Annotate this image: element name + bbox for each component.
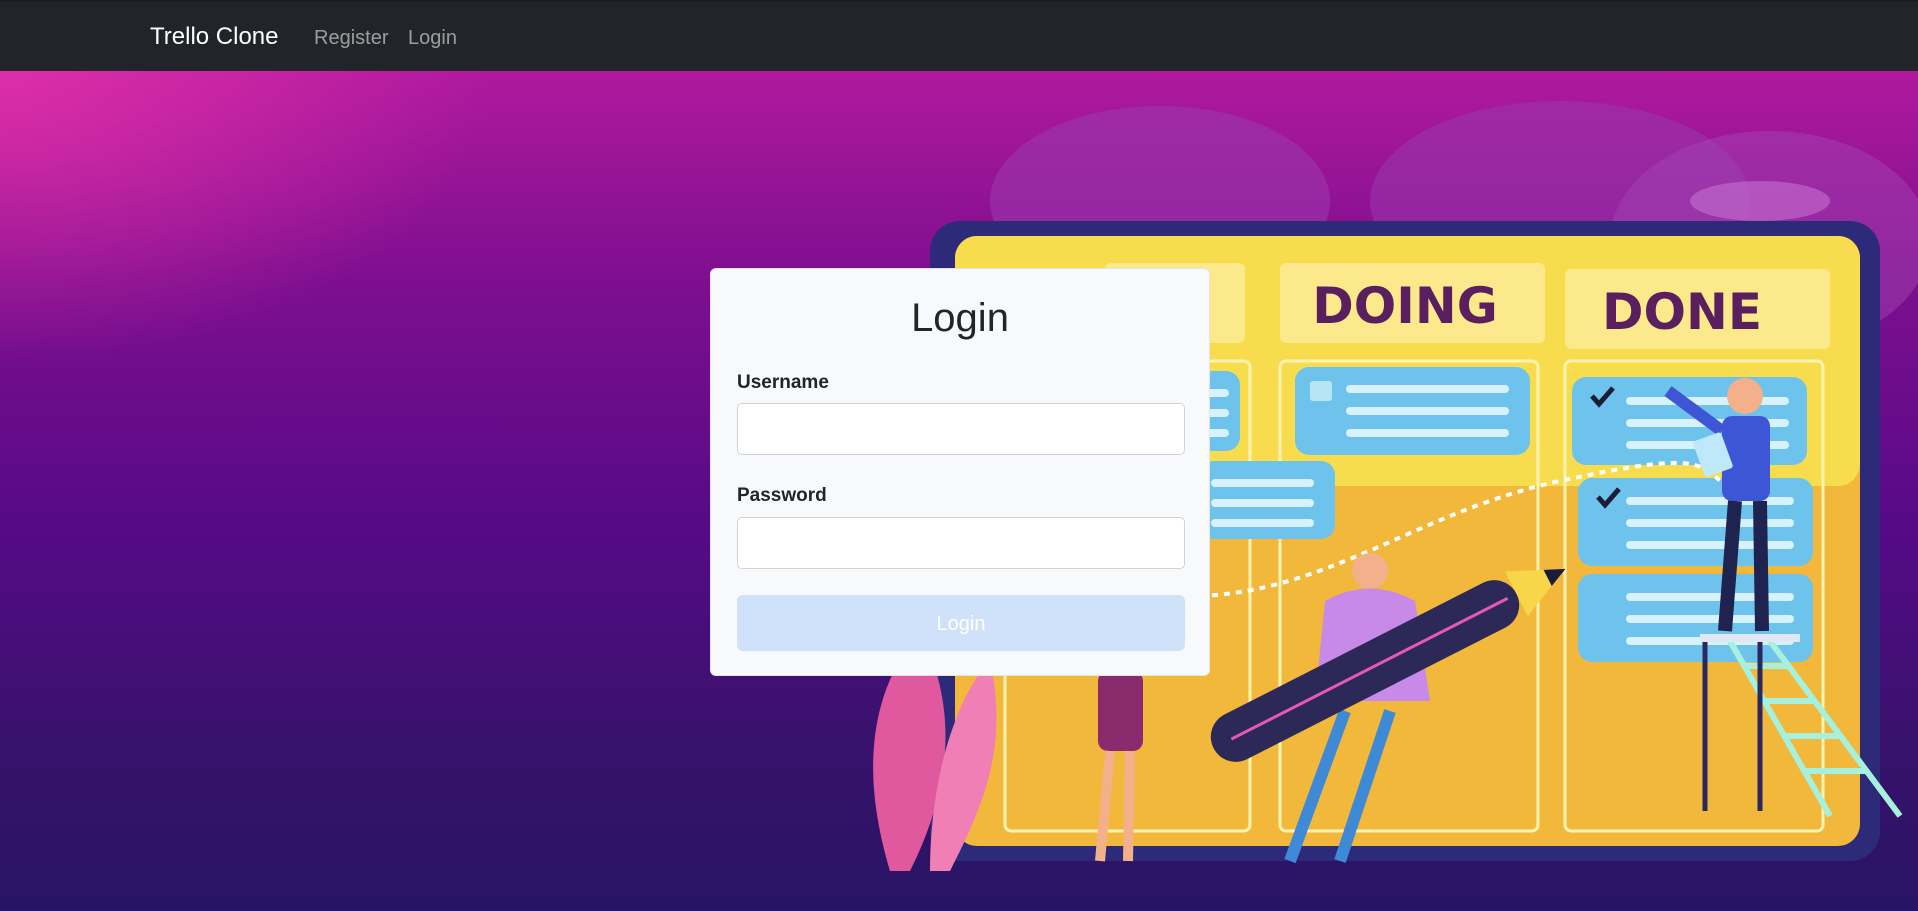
username-input[interactable] (737, 403, 1185, 455)
login-submit-button[interactable]: Login (737, 595, 1185, 651)
login-card: Login Username Password Login (710, 268, 1210, 676)
hero-background: DOING DONE Login Username Password Login (0, 71, 1918, 911)
person-leg-icon (1718, 500, 1742, 632)
person-leg-icon (1753, 500, 1769, 632)
top-navbar: Trello Clone Register Login (0, 0, 1918, 71)
username-label: Username (737, 372, 829, 393)
ladder-platform-icon (1700, 634, 1800, 642)
nav-register-link[interactable]: Register (314, 26, 388, 50)
login-card-title: Login (911, 296, 1009, 340)
column-title-doing: DOING (1312, 277, 1498, 335)
person-head-icon (1727, 378, 1763, 414)
background-blob (1690, 181, 1830, 221)
brand-link[interactable]: Trello Clone (150, 22, 279, 52)
person-head-icon (1352, 553, 1388, 589)
person-body-icon (1098, 671, 1143, 751)
task-card-checkbox (1310, 381, 1332, 401)
person-leg-icon (1123, 750, 1135, 862)
nav-login-link[interactable]: Login (408, 26, 457, 50)
column-title-done: DONE (1602, 283, 1762, 341)
password-input[interactable] (737, 517, 1185, 569)
password-label: Password (737, 485, 827, 506)
